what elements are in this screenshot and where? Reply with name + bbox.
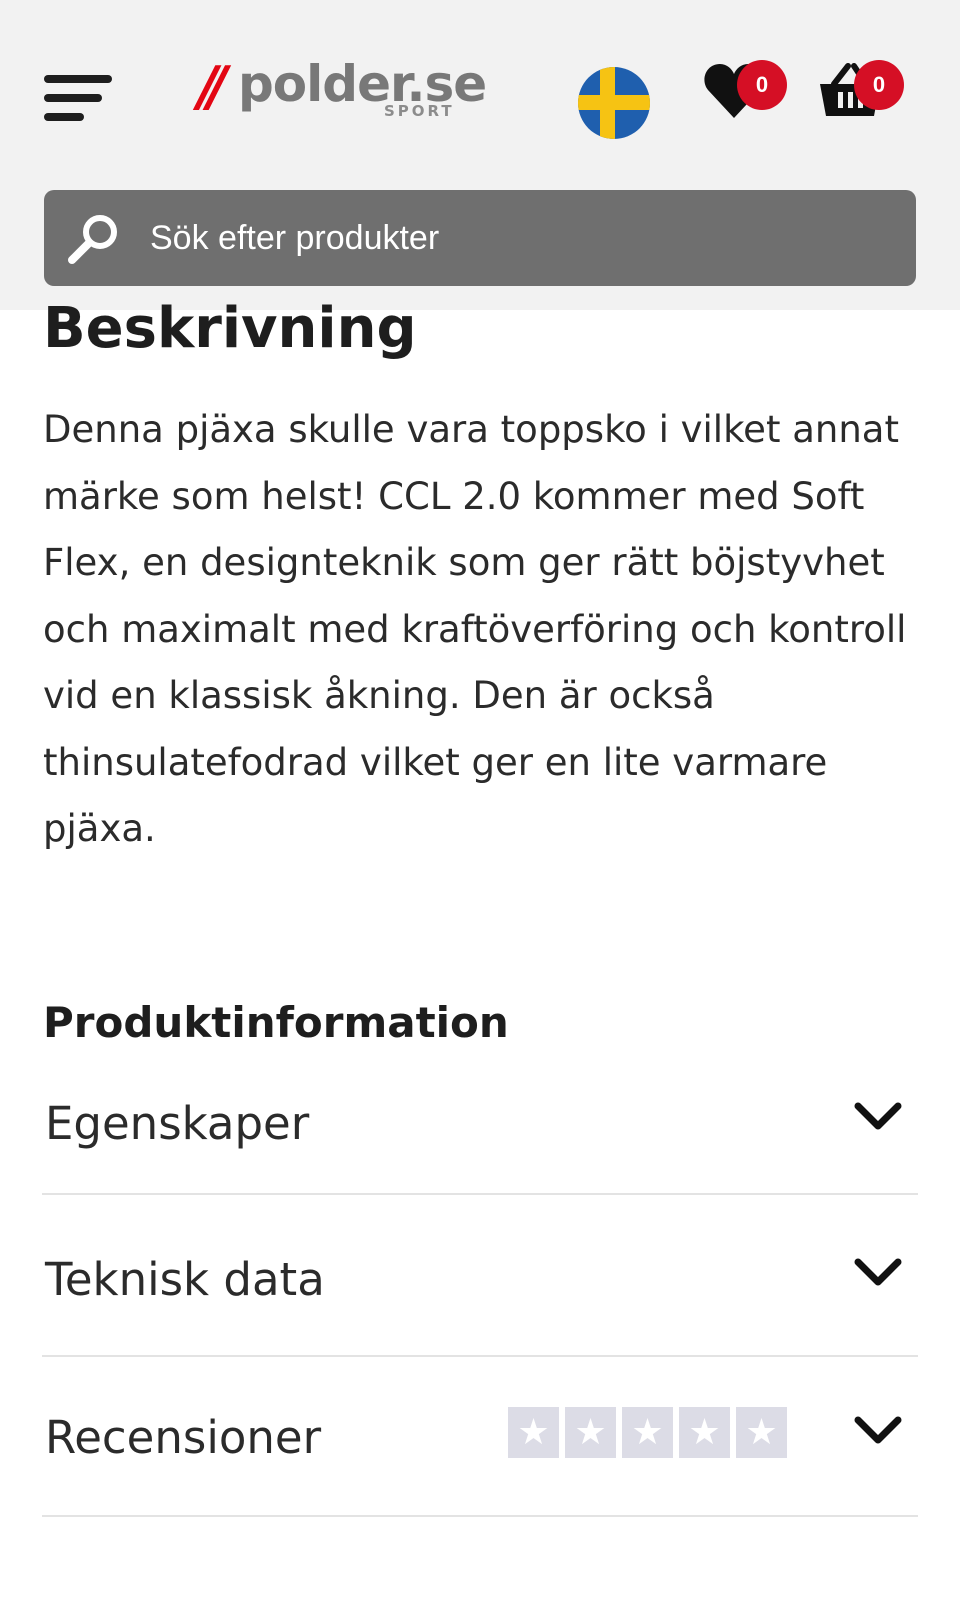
search-icon: [68, 215, 117, 264]
wishlist-count-badge: 0: [737, 60, 787, 110]
star-icon: ★: [508, 1407, 559, 1458]
accordion-egenskaper[interactable]: Egenskaper: [42, 1033, 918, 1195]
description-text: Denna pjäxa skulle vara toppsko i vilket…: [43, 408, 907, 850]
accordion-label: Teknisk data: [45, 1253, 325, 1306]
description-heading: Beskrivning: [43, 296, 417, 361]
star-icon: ★: [622, 1407, 673, 1458]
logo-subtitle: SPORT: [384, 102, 455, 120]
logo-slashes: //: [198, 55, 228, 118]
star-icon: ★: [679, 1407, 730, 1458]
star-icon: ★: [565, 1407, 616, 1458]
chevron-down-icon: [854, 1416, 902, 1444]
wishlist-button[interactable]: 0: [704, 58, 788, 126]
cart-button[interactable]: 0: [818, 58, 906, 126]
sweden-flag-icon[interactable]: [578, 67, 650, 139]
accordion-label: Recensioner: [45, 1411, 322, 1464]
accordion-recensioner[interactable]: Recensioner ★ ★ ★ ★ ★: [42, 1355, 918, 1517]
cart-count-badge: 0: [854, 60, 904, 110]
chevron-down-icon: [854, 1258, 902, 1286]
accordion-label: Egenskaper: [45, 1097, 310, 1150]
hamburger-menu-icon[interactable]: [44, 73, 112, 125]
accordion-teknisk-data[interactable]: Teknisk data: [42, 1195, 918, 1357]
chevron-down-icon: [854, 1102, 902, 1130]
search-input[interactable]: [150, 212, 870, 264]
star-icon: ★: [736, 1407, 787, 1458]
site-header: // polder.se SPORT 0 0: [0, 0, 960, 310]
polder-logo[interactable]: // polder.se SPORT: [198, 55, 487, 126]
search-bar[interactable]: [44, 190, 916, 286]
